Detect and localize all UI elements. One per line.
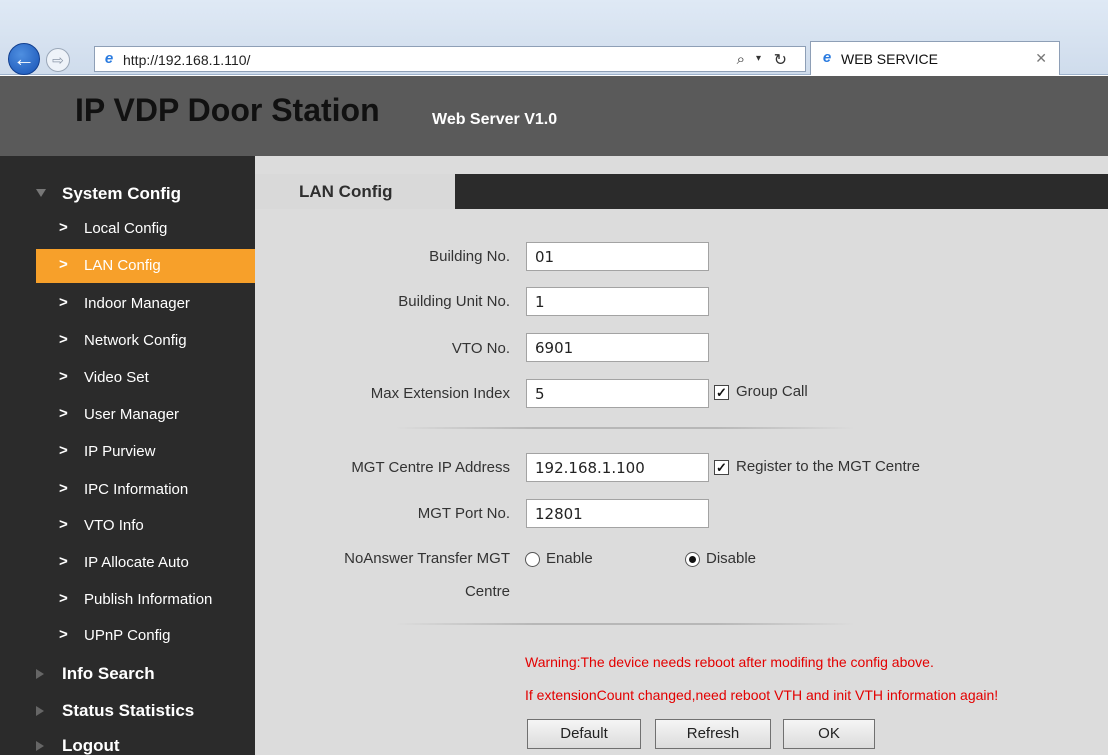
sidebar-section-system-config[interactable]: System Config (0, 176, 255, 210)
chevron-right-icon: > (59, 405, 68, 422)
sidebar-section-status-statistics[interactable]: Status Statistics (0, 693, 255, 727)
mgt-centre-ip-field[interactable] (526, 453, 709, 482)
mgt-port-no-field[interactable] (526, 499, 709, 528)
sidebar-item-label: Publish Information (84, 591, 213, 608)
chevron-down-icon[interactable]: ▾ (756, 53, 761, 64)
sidebar-item-video-set[interactable]: > Video Set (36, 361, 255, 395)
sidebar-item-upnp-config[interactable]: > UPnP Config (36, 619, 255, 653)
section-divider (395, 623, 855, 625)
triangle-down-icon (36, 189, 46, 197)
chevron-right-icon: > (59, 590, 68, 607)
sidebar-section-label: Info Search (62, 664, 155, 683)
sidebar-item-publish-information[interactable]: > Publish Information (36, 583, 255, 617)
triangle-right-icon (36, 706, 44, 716)
browser-chrome: ← ⇨ e http://192.168.1.110/ ⌕ ▾ ↻ e WEB … (0, 0, 1108, 75)
sidebar-item-label: LAN Config (84, 257, 161, 274)
sidebar-item-lan-config[interactable]: > LAN Config (36, 249, 255, 283)
sidebar-section-label: Logout (62, 736, 120, 755)
noanswer-transfer-label-line2: Centre (464, 583, 510, 600)
browser-tab[interactable]: e WEB SERVICE ✕ (810, 41, 1060, 75)
disable-label: Disable (706, 550, 757, 567)
vto-no-field[interactable] (526, 333, 709, 362)
chevron-right-icon: > (59, 553, 68, 570)
group-call-label: Group Call (736, 383, 808, 400)
ok-button[interactable]: OK (783, 719, 875, 749)
max-extension-index-field[interactable] (526, 379, 709, 408)
main-panel: LAN Config Building No. Building Unit No… (255, 156, 1108, 755)
chevron-right-icon: > (59, 516, 68, 533)
sidebar-item-label: Network Config (84, 332, 187, 349)
sidebar-section-info-search[interactable]: Info Search (0, 656, 255, 690)
close-icon[interactable]: ✕ (1035, 50, 1047, 67)
ie-icon: e (822, 49, 832, 66)
chevron-right-icon: > (59, 256, 68, 273)
sidebar-item-label: VTO Info (84, 517, 144, 534)
address-bar[interactable]: e http://192.168.1.110/ ⌕ ▾ ↻ (94, 46, 806, 72)
chevron-right-icon: > (59, 626, 68, 643)
chevron-right-icon: > (59, 219, 68, 236)
building-unit-no-label: Building Unit No. (398, 293, 510, 310)
building-no-field[interactable] (526, 242, 709, 271)
sidebar-item-network-config[interactable]: > Network Config (36, 324, 255, 358)
radio-dot (689, 556, 696, 563)
app-header: IP VDP Door Station Web Server V1.0 (0, 76, 1108, 156)
refresh-icon[interactable]: ↻ (774, 50, 787, 70)
mgt-centre-ip-label: MGT Centre IP Address (351, 459, 510, 476)
building-no-label: Building No. (429, 248, 510, 265)
noanswer-transfer-label: NoAnswer Transfer MGT (344, 550, 510, 567)
sidebar-item-label: Video Set (84, 369, 149, 386)
sidebar-item-label: Indoor Manager (84, 295, 190, 312)
radio-button[interactable] (525, 552, 540, 567)
ie-icon: e (104, 50, 114, 67)
tab-lan-config[interactable]: LAN Config (255, 174, 455, 209)
sidebar-item-label: User Manager (84, 406, 180, 423)
triangle-right-icon (36, 669, 44, 679)
sidebar-section-label: Status Statistics (62, 701, 195, 720)
sidebar-section-label: System Config (62, 184, 182, 203)
warning-extension-text: If extensionCount changed,need reboot VT… (525, 687, 999, 703)
max-extension-index-label: Max Extension Index (370, 385, 510, 402)
section-divider (395, 427, 855, 429)
sidebar-item-user-manager[interactable]: > User Manager (36, 398, 255, 432)
app-version: Web Server V1.0 (432, 111, 558, 128)
sidebar-section-logout[interactable]: Logout (0, 728, 255, 755)
refresh-button[interactable]: Refresh (655, 719, 771, 749)
sidebar-item-indoor-manager[interactable]: > Indoor Manager (36, 287, 255, 321)
vto-no-label: VTO No. (451, 340, 510, 357)
chevron-right-icon: > (59, 442, 68, 459)
sidebar-item-label: IP Purview (84, 443, 156, 460)
address-url[interactable]: http://192.168.1.110/ (123, 52, 250, 68)
radio-button[interactable] (685, 552, 700, 567)
checkmark-icon[interactable]: ✓ (714, 385, 729, 400)
enable-label: Enable (546, 550, 593, 567)
chevron-right-icon: > (59, 480, 68, 497)
default-button[interactable]: Default (527, 719, 641, 749)
sidebar-item-ip-allocate-auto[interactable]: > IP Allocate Auto (36, 546, 255, 580)
tab-title: WEB SERVICE (841, 51, 938, 67)
sidebar-item-label: UPnP Config (84, 627, 171, 644)
sidebar-item-label: Local Config (84, 220, 168, 237)
chevron-right-icon: > (59, 331, 68, 348)
search-icon[interactable]: ⌕ (737, 51, 745, 68)
sidebar-item-local-config[interactable]: > Local Config (36, 212, 255, 246)
chevron-right-icon: > (59, 294, 68, 311)
forward-arrow-icon[interactable]: ⇨ (46, 48, 70, 72)
building-unit-no-field[interactable] (526, 287, 709, 316)
back-arrow-icon[interactable]: ← (8, 43, 40, 75)
register-mgt-label: Register to the MGT Centre (736, 458, 920, 475)
sidebar-item-ip-purview[interactable]: > IP Purview (36, 435, 255, 469)
sidebar-item-ipc-information[interactable]: > IPC Information (36, 473, 255, 507)
sidebar-item-label: IP Allocate Auto (84, 554, 189, 571)
sidebar: System Config > Local Config > LAN Confi… (0, 156, 255, 755)
checkmark-icon[interactable]: ✓ (714, 460, 729, 475)
app-title: IP VDP Door Station (75, 92, 380, 128)
sidebar-item-vto-info[interactable]: > VTO Info (36, 509, 255, 543)
warning-reboot-text: Warning:The device needs reboot after mo… (525, 654, 934, 670)
tab-label: LAN Config (299, 182, 393, 201)
chevron-right-icon: > (59, 368, 68, 385)
sidebar-item-label: IPC Information (84, 481, 189, 498)
mgt-port-no-label: MGT Port No. (417, 505, 510, 522)
triangle-right-icon (36, 741, 44, 751)
